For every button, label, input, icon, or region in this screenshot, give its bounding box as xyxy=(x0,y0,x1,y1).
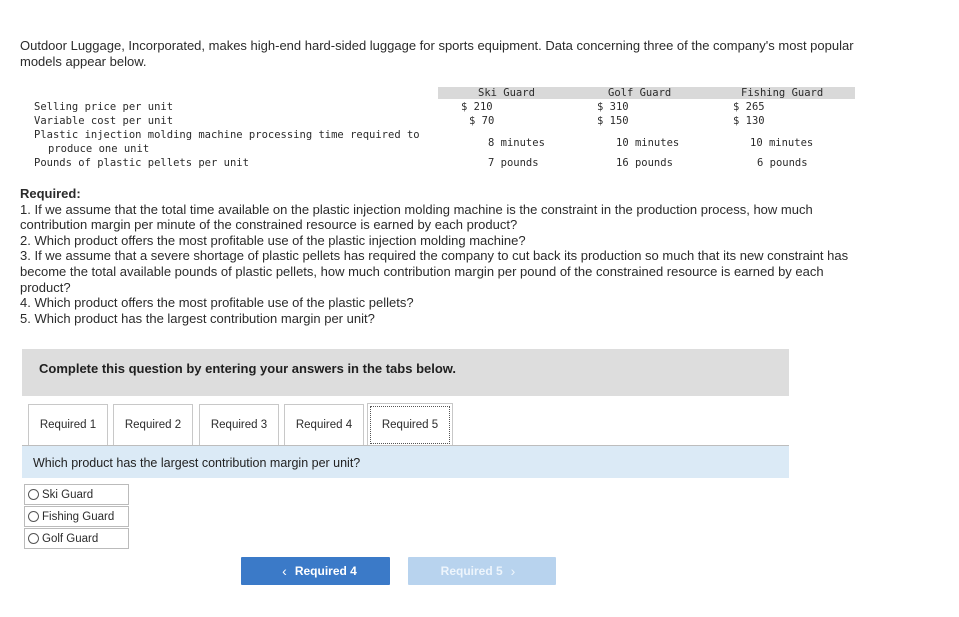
cell-value: $ 130 xyxy=(733,115,765,127)
col-header-golf-guard: Golf Guard xyxy=(608,87,672,99)
row-label-processing-time-cont: produce one unit xyxy=(48,143,150,155)
option-ski-guard[interactable]: Ski Guard xyxy=(24,484,129,505)
option-fishing-guard[interactable]: Fishing Guard xyxy=(24,506,129,527)
required-item-4: 4. Which product offers the most profita… xyxy=(20,295,414,311)
required-item-3: 3. If we assume that a severe shortage o… xyxy=(20,248,849,295)
option-label: Ski Guard xyxy=(42,488,94,501)
cell-value: $ 210 xyxy=(461,101,493,113)
radio-icon[interactable] xyxy=(28,511,39,522)
chevron-right-icon: › xyxy=(510,563,516,579)
required-item-1: 1. If we assume that the total time avai… xyxy=(20,201,813,233)
cell-value: 10 minutes xyxy=(616,137,680,149)
cell-value: $ 265 xyxy=(733,101,765,113)
cell-value: 10 minutes xyxy=(750,137,814,149)
tab-required-1[interactable]: Required 1 xyxy=(28,404,108,445)
instruction-panel: Complete this question by entering your … xyxy=(22,349,789,396)
option-label: Fishing Guard xyxy=(42,510,115,523)
chevron-left-icon: ‹ xyxy=(282,563,287,579)
row-label-pellets: Pounds of plastic pellets per unit xyxy=(34,157,249,169)
question-text: Which product has the largest contributi… xyxy=(33,456,361,470)
cell-value: 16 pounds xyxy=(616,157,673,169)
required-item-2: 2. Which product offers the most profita… xyxy=(20,232,526,248)
cell-value: 8 minutes xyxy=(488,137,545,149)
option-label: Golf Guard xyxy=(42,532,99,545)
prev-button-label: Required 4 xyxy=(294,564,357,578)
cell-value: $ 70 xyxy=(469,115,495,127)
prev-button[interactable]: ‹ Required 4 xyxy=(241,557,390,585)
row-label-processing-time: Plastic injection molding machine proces… xyxy=(34,129,420,141)
cell-value: $ 310 xyxy=(597,101,629,113)
cell-value: 7 pounds xyxy=(488,157,539,169)
tab-required-3[interactable]: Required 3 xyxy=(199,404,279,445)
row-label-selling-price: Selling price per unit xyxy=(34,101,174,113)
cell-value: $ 150 xyxy=(597,115,629,127)
radio-icon[interactable] xyxy=(28,533,39,544)
col-header-fishing-guard: Fishing Guard xyxy=(741,87,824,99)
radio-icon[interactable] xyxy=(28,489,39,500)
tab-required-2[interactable]: Required 2 xyxy=(113,404,193,445)
tab-required-5[interactable]: Required 5 xyxy=(367,403,453,447)
required-list: Required: 1. If we assume that the total… xyxy=(20,186,860,326)
option-golf-guard[interactable]: Golf Guard xyxy=(24,528,129,549)
required-title: Required: xyxy=(20,186,81,201)
tab-required-4[interactable]: Required 4 xyxy=(284,404,364,445)
row-label-variable-cost: Variable cost per unit xyxy=(34,115,174,127)
required-item-5: 5. Which product has the largest contrib… xyxy=(20,310,375,326)
question-bar: Which product has the largest contributi… xyxy=(22,446,789,478)
answer-options: Ski Guard Fishing Guard Golf Guard xyxy=(24,484,129,550)
instruction-text: Complete this question by entering your … xyxy=(39,361,457,376)
cell-value: 6 pounds xyxy=(757,157,808,169)
col-header-ski-guard: Ski Guard xyxy=(478,87,535,99)
next-button-label: Required 5 xyxy=(440,564,503,578)
next-button: Required 5 › xyxy=(408,557,556,585)
problem-intro: Outdoor Luggage, Incorporated, makes hig… xyxy=(20,38,854,69)
